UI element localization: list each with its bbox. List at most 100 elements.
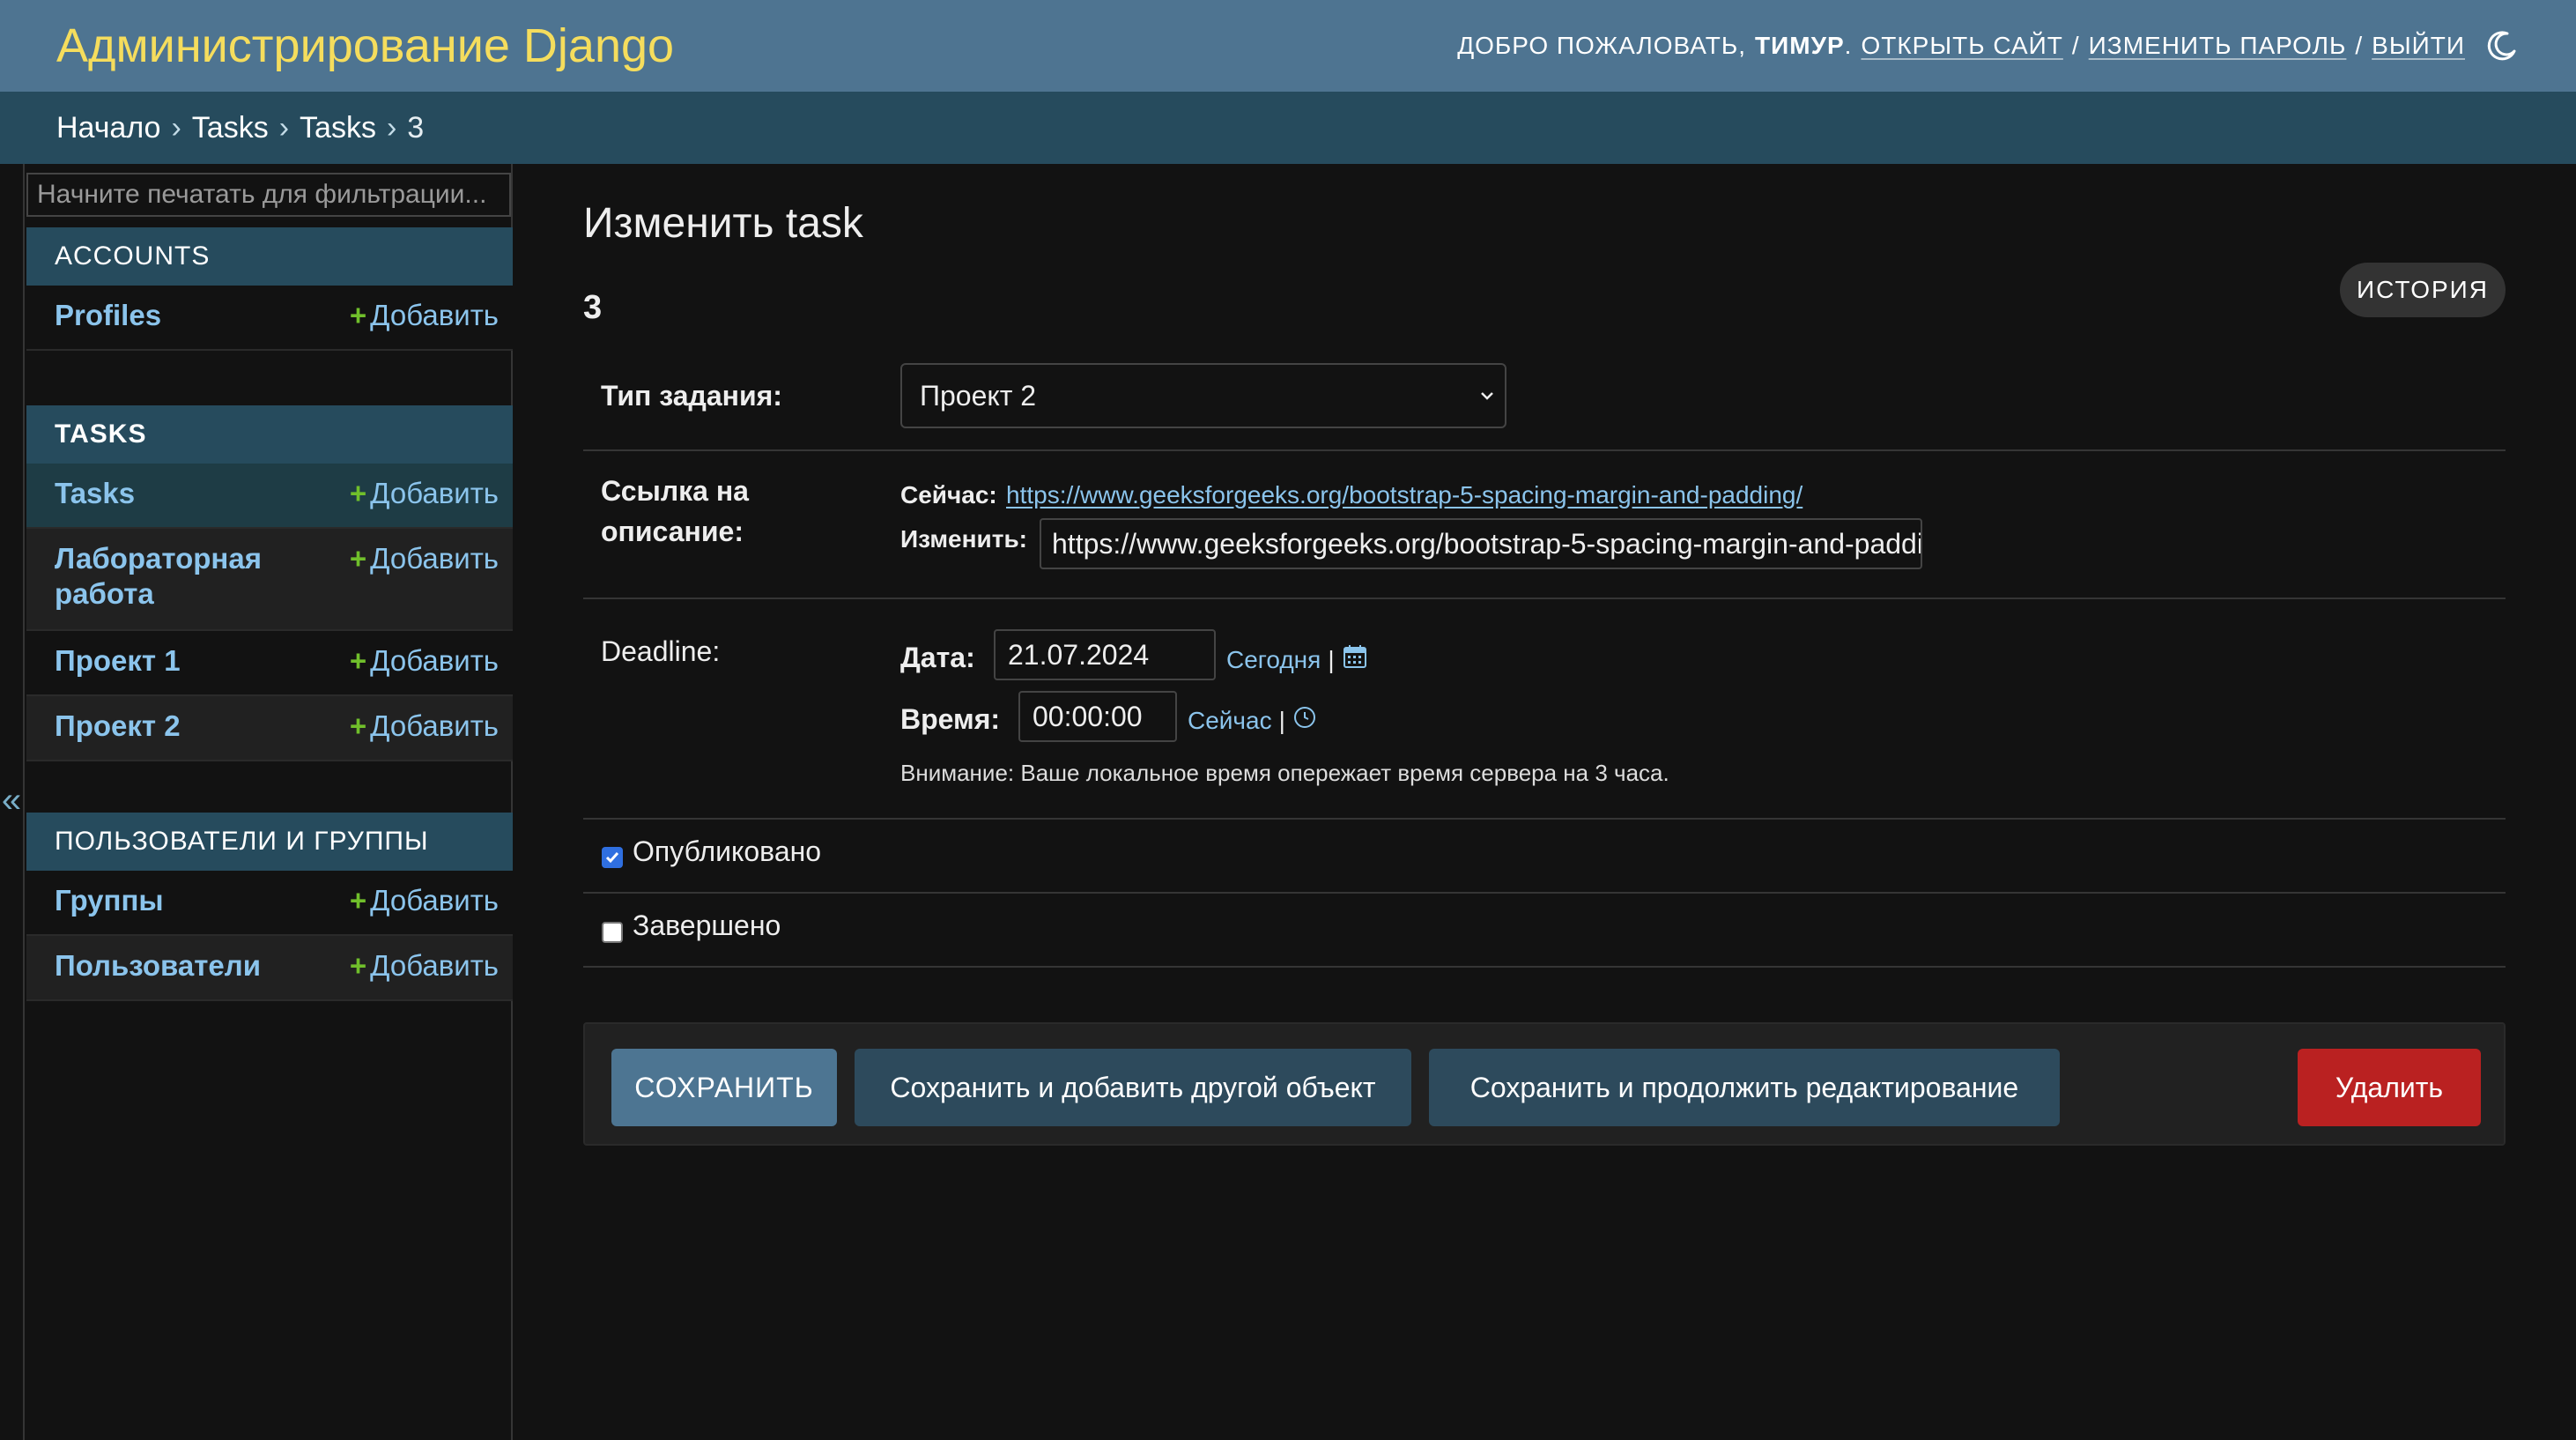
add-label: Добавить [370,299,499,331]
add-project-1-link[interactable]: + Добавить [350,643,499,679]
checkmark-icon [605,852,619,864]
nav-sidebar [0,164,513,1440]
time-label: Время: [900,703,1001,735]
completed-label[interactable]: Завершено [633,909,781,942]
module-auth: ПОЛЬЗОВАТЕЛИ И ГРУППЫ Группы + Добавить П… [26,813,513,1001]
shortcut-separator: | [1328,645,1335,673]
sidebar-item-tasks: Tasks + Добавить [26,464,513,529]
history-button[interactable]: ИСТОРИЯ [2340,263,2506,317]
form-row-published [583,820,2506,894]
time-shortcuts: Сейчас | [1188,705,1317,736]
calendar-icon[interactable] [1342,643,1368,676]
plus-icon: + [349,949,367,982]
date-input[interactable]: 21.07.2024 [994,629,1216,680]
change-password-link[interactable]: Изменить пароль [2089,32,2347,60]
date-label: Дата: [900,642,975,673]
timezone-warning: Внимание: Ваше локальное время опережает… [900,760,1669,786]
submit-row: СОХРАНИТЬ Сохранить и добавить другой об… [583,1022,2506,1146]
add-lab-work-link[interactable]: + Добавить [350,541,499,576]
sidebar-item-profiles: Profiles + Добавить [26,286,513,351]
save-button[interactable]: СОХРАНИТЬ [611,1049,837,1126]
collapse-chevron-icon[interactable]: « [2,781,21,820]
site-header: Администрирование Django Добро пожаловат… [0,0,2576,92]
breadcrumb-app-link[interactable]: Tasks [192,111,269,145]
clock-icon[interactable] [1292,705,1317,736]
breadcrumb-home-link[interactable]: Начало [56,111,160,145]
add-label: Добавить [370,644,499,677]
page-title: Изменить task [583,200,863,247]
add-label: Добавить [370,542,499,575]
logout-link[interactable]: Выйти [2372,32,2465,60]
add-profiles-link[interactable]: + Добавить [350,298,499,333]
change-url-label: Изменить: [900,525,1028,553]
time-input[interactable]: 00:00:00 [1018,691,1177,742]
date-input-value: 21.07.2024 [1008,638,1150,671]
add-label: Добавить [370,709,499,742]
add-label: Добавить [370,884,499,917]
link-field-label: Ссылка на описание: [601,475,749,547]
plus-icon: + [349,299,367,331]
object-title: 3 [583,289,603,326]
shortcut-separator: | [1278,706,1285,734]
breadcrumb-separator: › [278,110,290,145]
form-row-completed [583,894,2506,968]
sidebar-item-groups: Группы + Добавить [26,871,513,936]
type-select[interactable]: Проект 2 [900,363,1506,428]
current-url-label: Сейчас: [900,481,997,508]
type-field-label: Тип задания: [601,380,782,412]
sidebar-filter-input[interactable] [26,173,511,217]
current-url-link[interactable]: https://www.geeksforgeeks.org/bootstrap-… [1006,481,1802,509]
user-tools: Добро пожаловать, Тимур. Открыть сайт / … [1457,28,2520,63]
form-row-type [583,349,2506,451]
url-input[interactable]: https://www.geeksforgeeks.org/bootstrap-… [1040,518,1922,569]
module-caption-auth[interactable]: ПОЛЬЗОВАТЕЛИ И ГРУППЫ [26,813,513,871]
type-select-value: Проект 2 [920,379,1037,412]
chevron-down-icon [1477,379,1498,414]
add-project-2-link[interactable]: + Добавить [350,709,499,744]
welcome-dot: . [1844,32,1853,59]
deadline-field-label: Deadline: [601,635,721,667]
save-and-add-another-button[interactable]: Сохранить и добавить другой объект [855,1049,1411,1126]
published-checkbox[interactable] [602,847,623,868]
user-tools-separator: / [2355,32,2364,59]
time-input-value: 00:00:00 [1033,700,1143,732]
module-caption-accounts[interactable]: ACCOUNTS [26,227,513,286]
sidebar-link-profiles[interactable]: Profiles [55,298,161,333]
sidebar-collapse-toggle[interactable]: « [0,164,25,1440]
date-shortcuts: Сегодня | [1226,643,1368,676]
add-label: Добавить [370,477,499,509]
add-groups-link[interactable]: + Добавить [350,883,499,918]
sidebar-link-project-1[interactable]: Проект 1 [55,643,181,679]
sidebar-item-project-2: Проект 2 + Добавить [26,696,513,761]
add-tasks-link[interactable]: + Добавить [350,476,499,511]
sidebar-link-tasks[interactable]: Tasks [55,476,135,511]
plus-icon: + [349,644,367,677]
username: Тимур [1755,32,1845,59]
user-tools-separator: / [2071,32,2080,59]
module-tasks: TASKS Tasks + Добавить Лабораторная работ… [26,405,513,761]
save-and-continue-button[interactable]: Сохранить и продолжить редактирование [1429,1049,2060,1126]
sidebar-link-groups[interactable]: Группы [55,883,164,918]
sidebar-link-lab-work[interactable]: Лабораторная работа [55,541,319,612]
sidebar-item-lab-work: Лабораторная работа + Добавить [26,529,513,631]
theme-toggle-moon-icon[interactable] [2484,28,2520,63]
site-branding[interactable]: Администрирование Django [56,19,674,73]
breadcrumb-model-link[interactable]: Tasks [300,111,376,145]
sidebar-link-users[interactable]: Пользователи [55,948,261,984]
url-input-value: https://www.geeksforgeeks.org/bootstrap-… [1052,528,1922,560]
plus-icon: + [349,477,367,509]
plus-icon: + [349,884,367,917]
now-link[interactable]: Сейчас [1188,707,1272,735]
view-site-link[interactable]: Открыть сайт [1861,32,2062,60]
plus-icon: + [349,709,367,742]
delete-button[interactable]: Удалить [2298,1049,2481,1126]
sidebar-link-project-2[interactable]: Проект 2 [55,709,181,744]
sidebar-item-users: Пользователи + Добавить [26,936,513,1001]
completed-checkbox[interactable] [602,922,623,943]
add-label: Добавить [370,949,499,982]
add-users-link[interactable]: + Добавить [350,948,499,984]
today-link[interactable]: Сегодня [1226,646,1321,674]
published-label[interactable]: Опубликовано [633,835,821,868]
module-caption-tasks[interactable]: TASKS [26,405,513,464]
plus-icon: + [349,542,367,575]
